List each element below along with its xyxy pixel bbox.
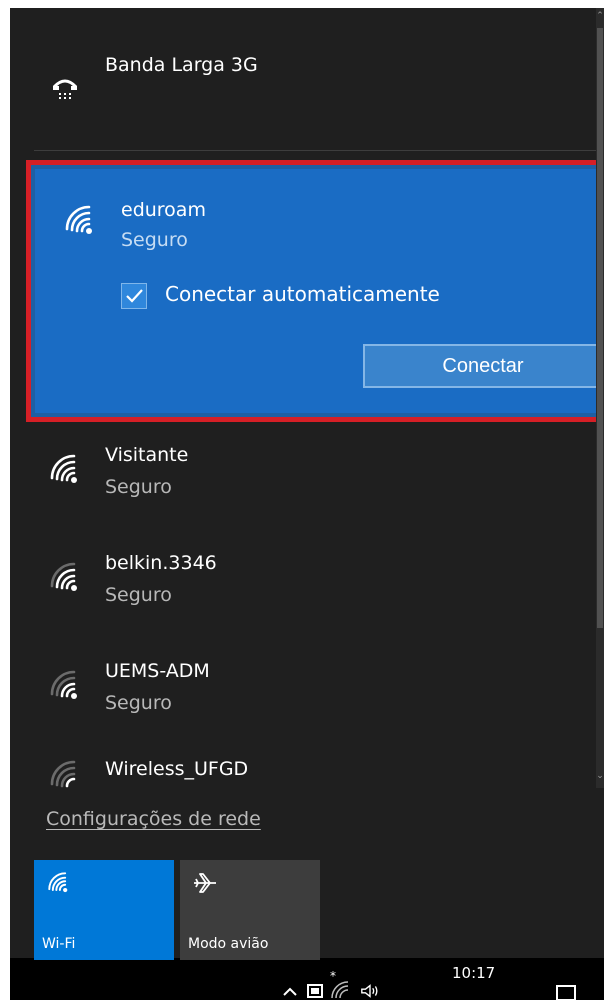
notifications-icon[interactable] — [556, 985, 576, 1000]
clock-time[interactable]: 10:17 — [452, 964, 495, 982]
svg-text:*: * — [330, 970, 336, 983]
taskbar: * 10:17 — [10, 964, 604, 1000]
wifi-tile-label: Wi-Fi — [42, 936, 76, 952]
network-item-wireless-ufgd[interactable]: Wireless_UFGD — [10, 752, 596, 796]
network-name: belkin.3346 — [105, 552, 217, 574]
network-name: Visitante — [105, 444, 189, 466]
network-item-uems-adm[interactable]: UEMS-ADM Seguro — [10, 644, 596, 744]
battery-icon[interactable] — [306, 982, 326, 1000]
chevron-up-icon[interactable] — [280, 982, 300, 1000]
divider — [34, 150, 596, 151]
network-status: Seguro — [105, 692, 172, 714]
wifi-icon — [50, 760, 76, 788]
scroll-thumb[interactable] — [597, 28, 603, 628]
airplane-tile-label: Modo avião — [188, 936, 269, 952]
scrollbar[interactable]: ⌃ ⌄ — [596, 8, 604, 788]
network-flyout-screen: Banda Larga 3G eduroam Seguro Conectar a… — [10, 8, 604, 1000]
volume-icon[interactable] — [360, 982, 380, 1000]
network-item-belkin[interactable]: belkin.3346 Seguro — [10, 536, 596, 636]
wifi-secure-icon — [50, 562, 77, 591]
wifi-icon — [48, 872, 68, 893]
network-settings-link[interactable]: Configurações de rede — [46, 808, 261, 830]
network-item-banda-larga[interactable]: Banda Larga 3G — [10, 8, 596, 148]
auto-connect-label: Conectar automaticamente — [165, 282, 440, 306]
wifi-icon[interactable]: * — [330, 970, 350, 1000]
network-item-expanded: eduroam Seguro Conectar automaticamente … — [35, 169, 603, 413]
airplane-icon — [194, 873, 216, 893]
connect-button[interactable]: Conectar — [363, 344, 603, 388]
network-status: Seguro — [105, 584, 172, 606]
network-item-visitante[interactable]: Visitante Seguro — [10, 428, 596, 528]
network-status: Seguro — [121, 229, 188, 251]
wifi-secure-icon — [65, 205, 92, 234]
network-item-eduroam[interactable]: eduroam Seguro Conectar automaticamente … — [26, 160, 604, 422]
checkmark-icon — [126, 289, 143, 303]
network-flyout: Banda Larga 3G eduroam Seguro Conectar a… — [10, 8, 604, 960]
dialup-modem-icon — [52, 79, 78, 99]
wifi-secure-icon — [50, 454, 77, 483]
airplane-mode-tile[interactable]: Modo avião — [180, 860, 320, 960]
network-name: UEMS-ADM — [105, 660, 210, 682]
network-name: Wireless_UFGD — [105, 758, 249, 780]
network-name: eduroam — [121, 199, 206, 221]
chevron-up-icon[interactable]: ⌃ — [596, 10, 604, 22]
wifi-secure-icon — [50, 670, 77, 699]
network-status: Seguro — [105, 476, 172, 498]
checkbox-box[interactable] — [121, 283, 147, 309]
chevron-down-icon[interactable]: ⌄ — [596, 770, 604, 782]
wifi-toggle-tile[interactable]: Wi-Fi — [34, 860, 174, 960]
network-name: Banda Larga 3G — [105, 54, 258, 76]
